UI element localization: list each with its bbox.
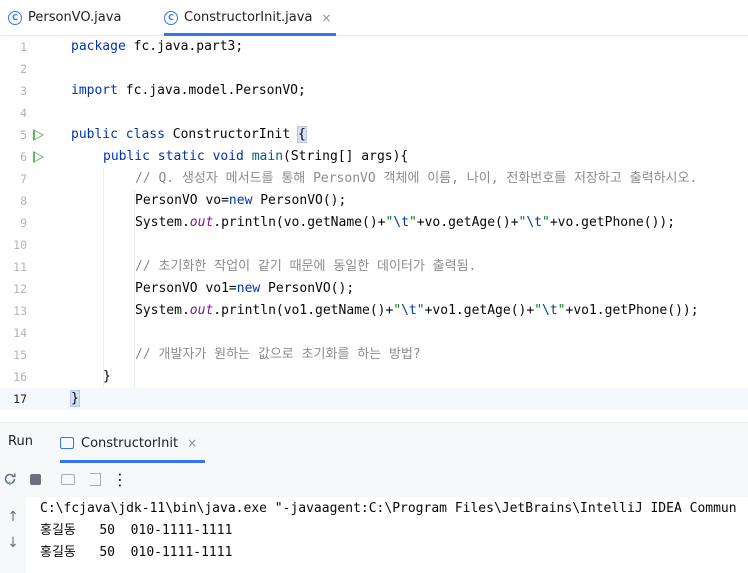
code-line: 8 PersonVO vo=new PersonVO(); bbox=[0, 190, 748, 212]
tab-personvo[interactable]: C PersonVO.java bbox=[8, 0, 121, 35]
close-icon[interactable]: × bbox=[321, 11, 331, 25]
code-editor[interactable]: 1 package fc.java.part3; 2 3 import fc.j… bbox=[0, 36, 748, 421]
rerun-icon[interactable] bbox=[2, 471, 18, 487]
console-side-toolbar: ↑ ↓ bbox=[0, 497, 26, 573]
code-text: package fc.java.part3; bbox=[71, 39, 244, 54]
run-config-tab[interactable]: ConstructorInit × bbox=[60, 423, 205, 463]
line-number: 13 bbox=[13, 304, 27, 318]
code-line: 13 System.out.println(vo1.getName()+"\t"… bbox=[0, 300, 748, 322]
code-line: 4 bbox=[0, 102, 748, 124]
run-toolbar: ⋮ bbox=[0, 463, 748, 497]
line-number: 15 bbox=[13, 348, 27, 362]
code-line: 1 package fc.java.part3; bbox=[0, 36, 748, 58]
code-text: } bbox=[103, 369, 111, 384]
code-comment: // 초기화한 작업이 같기 때문에 동일한 데이터가 출력됨. bbox=[135, 259, 477, 274]
code-comment: // 개발자가 원하는 값으로 초기화를 하는 방법? bbox=[135, 347, 421, 362]
tab-constructorinit[interactable]: C ConstructorInit.java × bbox=[164, 0, 336, 36]
code-text: public static void main(String[] args){ bbox=[103, 149, 409, 164]
exit-icon[interactable] bbox=[87, 471, 103, 487]
code-text: } bbox=[70, 388, 80, 410]
console-line: 홍길동 50 010-1111-1111 bbox=[40, 523, 233, 538]
code-line: 2 bbox=[0, 58, 748, 80]
code-line: 9 System.out.println(vo.getName()+"\t"+v… bbox=[0, 212, 748, 234]
stop-icon[interactable] bbox=[27, 471, 43, 487]
run-config-icon bbox=[60, 437, 74, 449]
code-text: import fc.java.model.PersonVO; bbox=[71, 83, 306, 98]
class-icon: C bbox=[8, 10, 22, 25]
more-icon[interactable]: ⋮ bbox=[112, 470, 128, 489]
scroll-up-icon[interactable]: ↑ bbox=[6, 509, 20, 525]
line-number: 11 bbox=[13, 260, 27, 274]
code-line-current: 17 } bbox=[0, 388, 748, 410]
tab-label: ConstructorInit.java bbox=[184, 10, 313, 25]
line-number: 16 bbox=[13, 370, 27, 384]
line-number: 9 bbox=[20, 216, 27, 230]
line-number: 10 bbox=[13, 238, 27, 252]
line-number: 4 bbox=[20, 106, 27, 120]
class-icon: C bbox=[164, 10, 178, 25]
screenshot-icon[interactable] bbox=[60, 471, 76, 487]
tab-label: PersonVO.java bbox=[28, 10, 122, 25]
code-line: 14 bbox=[0, 322, 748, 344]
code-text: PersonVO vo=new PersonVO(); bbox=[135, 193, 347, 208]
scroll-down-icon[interactable]: ↓ bbox=[6, 535, 20, 551]
line-number: 1 bbox=[20, 40, 27, 54]
console-line: 홍길동 50 010-1111-1111 bbox=[40, 545, 233, 560]
line-number: 7 bbox=[20, 172, 27, 186]
close-icon[interactable]: × bbox=[187, 436, 197, 450]
line-number: 2 bbox=[20, 62, 27, 76]
code-text: public class ConstructorInit { bbox=[71, 126, 307, 143]
code-line: 12 PersonVO vo1=new PersonVO(); bbox=[0, 278, 748, 300]
code-text: System.out.println(vo1.getName()+"\t"+vo… bbox=[135, 303, 699, 318]
code-text: PersonVO vo1=new PersonVO(); bbox=[135, 281, 355, 296]
code-comment: // Q. 생성자 메서드를 통해 PersonVO 객체에 이름, 나이, 전… bbox=[135, 171, 698, 186]
line-number: 14 bbox=[13, 326, 27, 340]
code-text: System.out.println(vo.getName()+"\t"+vo.… bbox=[135, 215, 676, 230]
code-line: 5 public class ConstructorInit { bbox=[0, 124, 748, 146]
run-gutter-icon[interactable] bbox=[33, 129, 44, 141]
run-gutter-icon[interactable] bbox=[33, 151, 44, 163]
run-title: Run bbox=[8, 434, 33, 449]
editor-tab-bar: C PersonVO.java C ConstructorInit.java × bbox=[0, 0, 748, 36]
line-number: 8 bbox=[20, 194, 27, 208]
line-number: 17 bbox=[13, 392, 27, 406]
console-output[interactable]: ↑ ↓ C:\fcjava\jdk-11\bin\java.exe "-java… bbox=[0, 497, 748, 573]
run-tool-window-header: Run ConstructorInit × bbox=[0, 422, 748, 463]
line-number: 6 bbox=[20, 150, 27, 164]
console-line: C:\fcjava\jdk-11\bin\java.exe "-javaagen… bbox=[40, 501, 737, 516]
code-line: 6 public static void main(String[] args)… bbox=[0, 146, 748, 168]
code-line: 7 // Q. 생성자 메서드를 통해 PersonVO 객체에 이름, 나이,… bbox=[0, 168, 748, 190]
code-line: 3 import fc.java.model.PersonVO; bbox=[0, 80, 748, 102]
line-number: 5 bbox=[20, 128, 27, 142]
line-number: 12 bbox=[13, 282, 27, 296]
code-line: 10 bbox=[0, 234, 748, 256]
code-line: 16 } bbox=[0, 366, 748, 388]
matched-brace: } bbox=[70, 390, 80, 407]
run-tab-label: ConstructorInit bbox=[81, 435, 179, 451]
code-line: 11 // 초기화한 작업이 같기 때문에 동일한 데이터가 출력됨. bbox=[0, 256, 748, 278]
line-number: 3 bbox=[20, 84, 27, 98]
code-line: 15 // 개발자가 원하는 값으로 초기화를 하는 방법? bbox=[0, 344, 748, 366]
matched-brace: { bbox=[297, 126, 307, 143]
